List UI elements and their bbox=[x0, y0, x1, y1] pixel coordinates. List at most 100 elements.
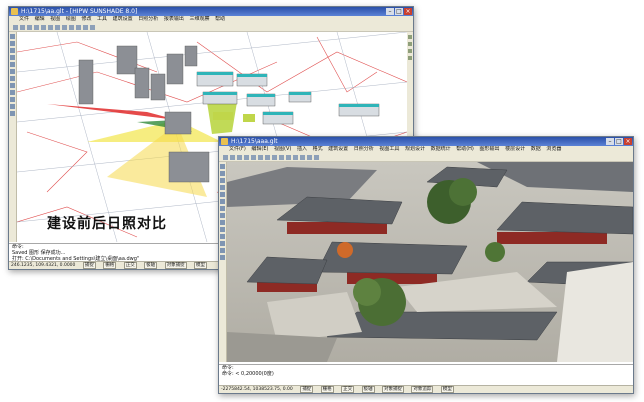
trim-tool-icon[interactable] bbox=[10, 104, 15, 109]
rect-tool-icon[interactable] bbox=[220, 192, 225, 197]
menu-item[interactable]: 建筑设置 bbox=[113, 16, 133, 22]
hatch-tool-icon[interactable] bbox=[10, 76, 15, 81]
ortho-toggle[interactable]: 正交 bbox=[341, 386, 355, 393]
polyline-tool-icon[interactable] bbox=[220, 171, 225, 176]
model-toggle[interactable]: 模型 bbox=[194, 262, 208, 269]
copy-icon[interactable] bbox=[258, 154, 263, 160]
menu-item[interactable]: 建筑设置 bbox=[328, 146, 348, 152]
new-icon[interactable] bbox=[223, 154, 228, 160]
trim-tool-icon[interactable] bbox=[220, 234, 225, 239]
open-icon[interactable] bbox=[20, 24, 25, 30]
snap-icon[interactable] bbox=[408, 35, 412, 39]
hatch-tool-icon[interactable] bbox=[220, 206, 225, 211]
menu-item[interactable]: 编辑(E) bbox=[251, 146, 268, 152]
view-icon[interactable] bbox=[408, 56, 412, 60]
pan-icon[interactable] bbox=[83, 24, 88, 30]
undo-icon[interactable] bbox=[272, 154, 277, 160]
menu-item[interactable]: 工具 bbox=[97, 16, 107, 22]
light-icon[interactable] bbox=[314, 154, 319, 160]
rect-tool-icon[interactable] bbox=[10, 62, 15, 67]
menu-item[interactable]: 浏览器 bbox=[546, 146, 561, 152]
zoom-icon[interactable] bbox=[76, 24, 81, 30]
move-tool-icon[interactable] bbox=[220, 213, 225, 218]
paste-icon[interactable] bbox=[265, 154, 270, 160]
pan-icon[interactable] bbox=[300, 154, 305, 160]
menu-item[interactable]: 绘图 bbox=[66, 16, 76, 22]
save-icon[interactable] bbox=[237, 154, 242, 160]
menu-item[interactable]: 文件 bbox=[19, 16, 29, 22]
menu-item[interactable]: 数据统计 bbox=[431, 146, 451, 152]
menu-item[interactable]: 报表输出 bbox=[164, 16, 184, 22]
osnap-icon[interactable] bbox=[408, 42, 412, 46]
text-tool-icon[interactable] bbox=[220, 199, 225, 204]
dim-icon[interactable] bbox=[408, 49, 412, 53]
maximize-button[interactable]: □ bbox=[615, 138, 623, 145]
3d-render-window[interactable]: H:\1715\aaa.glt – □ × 文件(F) 编辑(E) 视图(V) … bbox=[218, 136, 634, 394]
menu-item[interactable]: 日照分析 bbox=[138, 16, 158, 22]
ortho-toggle[interactable]: 正交 bbox=[123, 262, 137, 269]
grid-toggle[interactable]: 栅格 bbox=[103, 262, 117, 269]
zoom-icon[interactable] bbox=[293, 154, 298, 160]
menu-item[interactable]: 图形输出 bbox=[479, 146, 499, 152]
circle-tool-icon[interactable] bbox=[220, 178, 225, 183]
otrack-toggle[interactable]: 对象追踪 bbox=[411, 386, 434, 393]
polyline-tool-icon[interactable] bbox=[10, 41, 15, 46]
minimize-button[interactable]: – bbox=[606, 138, 614, 145]
print-icon[interactable] bbox=[244, 154, 249, 160]
window-b-command-area[interactable]: 命令: 命令: < 0,20000(0度) bbox=[219, 364, 633, 379]
rotate-tool-icon[interactable] bbox=[10, 90, 15, 95]
redo-icon[interactable] bbox=[69, 24, 74, 30]
menu-item[interactable]: 视图(V) bbox=[274, 146, 291, 152]
snap-toggle[interactable]: 捕捉 bbox=[82, 262, 96, 269]
layer-icon[interactable] bbox=[90, 24, 95, 30]
redo-icon[interactable] bbox=[279, 154, 284, 160]
render-icon[interactable] bbox=[307, 154, 312, 160]
mirror-tool-icon[interactable] bbox=[220, 248, 225, 253]
cut-icon[interactable] bbox=[251, 154, 256, 160]
new-icon[interactable] bbox=[13, 24, 18, 30]
menu-item[interactable]: 视图 bbox=[50, 16, 60, 22]
erase-tool-icon[interactable] bbox=[10, 111, 15, 116]
cut-icon[interactable] bbox=[41, 24, 46, 30]
paste-icon[interactable] bbox=[55, 24, 60, 30]
scale-tool-icon[interactable] bbox=[10, 97, 15, 102]
menu-item[interactable]: 日照分析 bbox=[354, 146, 374, 152]
move-tool-icon[interactable] bbox=[10, 83, 15, 88]
array-tool-icon[interactable] bbox=[220, 255, 225, 260]
arc-tool-icon[interactable] bbox=[10, 55, 15, 60]
circle-tool-icon[interactable] bbox=[10, 48, 15, 53]
osnap-toggle[interactable]: 对象捕捉 bbox=[381, 386, 404, 393]
close-button[interactable]: × bbox=[624, 138, 632, 145]
polar-toggle[interactable]: 极轴 bbox=[144, 262, 158, 269]
window-b-titlebar[interactable]: H:\1715\aaa.glt – □ × bbox=[219, 137, 633, 146]
menu-item[interactable]: 视图工具 bbox=[379, 146, 399, 152]
polar-toggle[interactable]: 极轴 bbox=[361, 386, 375, 393]
model-toggle[interactable]: 模型 bbox=[440, 386, 454, 393]
scale-tool-icon[interactable] bbox=[220, 227, 225, 232]
maximize-button[interactable]: □ bbox=[395, 8, 403, 15]
menu-item[interactable]: 规划设计 bbox=[405, 146, 425, 152]
menu-item[interactable]: 楼层设计 bbox=[505, 146, 525, 152]
rotate-tool-icon[interactable] bbox=[220, 220, 225, 225]
3d-viewport[interactable] bbox=[227, 162, 633, 362]
arc-tool-icon[interactable] bbox=[220, 185, 225, 190]
window-a-titlebar[interactable]: H:\1715\aa.glt - [HIPW SUNSHADE 8.0] – □… bbox=[9, 7, 413, 16]
save-icon[interactable] bbox=[27, 24, 32, 30]
menu-item[interactable]: 帮助(H) bbox=[456, 146, 474, 152]
menu-item[interactable]: 文件(F) bbox=[229, 146, 246, 152]
copy-icon[interactable] bbox=[48, 24, 53, 30]
snap-toggle[interactable]: 捕捉 bbox=[300, 386, 314, 393]
orbit-icon[interactable] bbox=[286, 154, 291, 160]
close-button[interactable]: × bbox=[404, 8, 412, 15]
menu-item[interactable]: 三维观察 bbox=[189, 16, 209, 22]
grid-toggle[interactable]: 栅格 bbox=[320, 386, 334, 393]
text-tool-icon[interactable] bbox=[10, 69, 15, 74]
line-tool-icon[interactable] bbox=[10, 34, 15, 39]
menu-item[interactable]: 插入 bbox=[297, 146, 307, 152]
print-icon[interactable] bbox=[34, 24, 39, 30]
menu-item[interactable]: 帮助 bbox=[215, 16, 225, 22]
erase-tool-icon[interactable] bbox=[220, 241, 225, 246]
menu-item[interactable]: 数据 bbox=[531, 146, 541, 152]
osnap-toggle[interactable]: 对象捕捉 bbox=[164, 262, 187, 269]
line-tool-icon[interactable] bbox=[220, 164, 225, 169]
